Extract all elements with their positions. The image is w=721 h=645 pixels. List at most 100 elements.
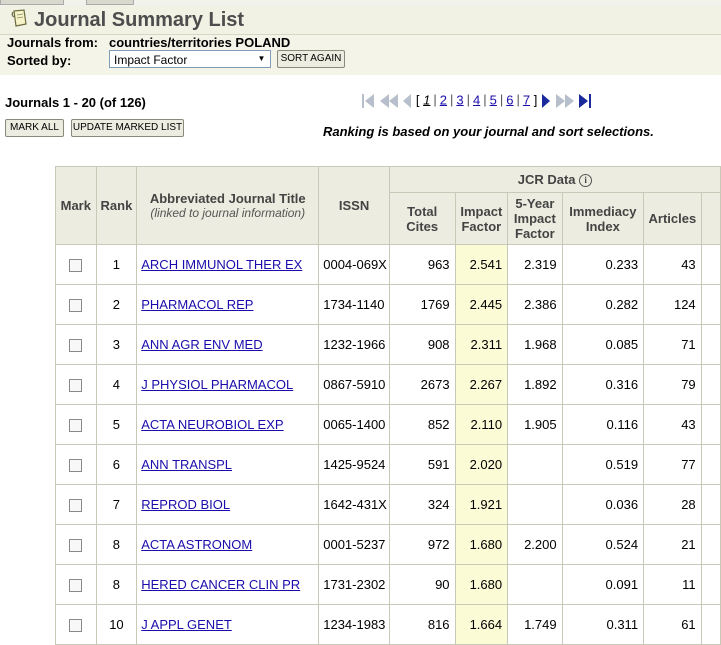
- issn-cell: 0065-1400: [318, 404, 390, 445]
- five-year-if-cell: 2.386: [507, 284, 563, 325]
- journal-title-link[interactable]: ACTA NEUROBIOL EXP: [141, 417, 283, 432]
- journal-title-link[interactable]: ACTA ASTRONOM: [141, 537, 252, 552]
- journal-title-link[interactable]: REPROD BIOL: [141, 497, 230, 512]
- chevron-down-icon[interactable]: ▼: [255, 52, 268, 66]
- five-year-if-cell: 1.892: [507, 364, 563, 405]
- mark-checkbox-cell: [55, 244, 97, 285]
- rank-cell: 7: [95, 484, 138, 525]
- total-cites-cell: 324: [388, 484, 456, 525]
- mark-checkbox[interactable]: [69, 459, 83, 473]
- overflow-cell: [700, 564, 721, 605]
- info-icon[interactable]: i: [579, 174, 593, 188]
- immediacy-index-cell: 0.116: [561, 404, 645, 445]
- sort-select[interactable]: Impact Factor ▼: [109, 50, 271, 68]
- immediacy-index-cell: 0.316: [561, 364, 645, 405]
- mark-checkbox[interactable]: [69, 419, 83, 433]
- immediacy-index-cell: 0.091: [561, 564, 645, 605]
- mark-all-button[interactable]: MARK ALL: [5, 119, 64, 137]
- overflow-cell: [700, 604, 721, 645]
- mark-checkbox[interactable]: [69, 619, 83, 633]
- rank-cell: 4: [95, 364, 138, 405]
- table-row: 3 ANN AGR ENV MED 1232-1966 908 2.311 1.968 0.…: [55, 324, 721, 365]
- journal-title-link[interactable]: ARCH IMMUNOL THER EX: [141, 257, 302, 272]
- immediacy-index-cell: 0.524: [561, 524, 645, 565]
- top-tab[interactable]: [86, 0, 134, 5]
- mark-checkbox-cell: [55, 604, 97, 645]
- journals-from-value: countries/territories POLAND: [109, 35, 291, 50]
- five-year-if-cell: 2.200: [507, 524, 563, 565]
- impact-factor-cell: 2.267: [454, 364, 509, 405]
- col-header-articles[interactable]: Articles: [643, 192, 702, 245]
- mark-checkbox-cell: [55, 444, 97, 485]
- overflow-cell: [700, 524, 721, 565]
- mark-checkbox[interactable]: [69, 579, 83, 593]
- mark-checkbox[interactable]: [69, 339, 83, 353]
- overflow-cell: [700, 444, 721, 485]
- sort-select-value: Impact Factor: [114, 53, 188, 67]
- pager-open-bracket: [: [415, 92, 420, 108]
- impact-factor-cell: 1.921: [454, 484, 509, 525]
- col-header-rank: Rank: [95, 166, 138, 245]
- next-page-icon[interactable]: [541, 92, 551, 110]
- mark-checkbox-cell: [55, 564, 97, 605]
- page-title: Journal Summary List: [34, 9, 245, 31]
- total-cites-cell: 591: [388, 444, 456, 485]
- journals-from-label: Journals from:: [7, 35, 99, 50]
- mark-checkbox[interactable]: [69, 539, 83, 553]
- first-page-icon[interactable]: [361, 92, 375, 110]
- articles-cell: 61: [643, 604, 702, 645]
- ranking-note: Ranking is based on your journal and sor…: [323, 124, 654, 139]
- page-link[interactable]: 6: [506, 92, 513, 107]
- current-page: 1: [423, 92, 431, 108]
- rank-cell: 5: [95, 404, 138, 445]
- rank-cell: 10: [95, 604, 138, 645]
- table-row: 8 ACTA ASTRONOM 0001-5237 972 1.680 2.200 0.52…: [55, 524, 721, 565]
- next-ten-icon[interactable]: [555, 92, 575, 110]
- col-header-total-cites[interactable]: Total Cites: [388, 192, 456, 245]
- mark-checkbox[interactable]: [69, 299, 83, 313]
- total-cites-cell: 908: [388, 324, 456, 365]
- mark-checkbox[interactable]: [69, 379, 83, 393]
- journal-title-cell: ACTA NEUROBIOL EXP: [136, 404, 320, 445]
- page-link[interactable]: 5: [490, 92, 497, 107]
- update-marked-list-button[interactable]: UPDATE MARKED LIST: [71, 119, 184, 137]
- issn-cell: 1234-1983: [318, 604, 390, 645]
- five-year-if-cell: 1.968: [507, 324, 563, 365]
- five-year-if-cell: [507, 564, 563, 605]
- col-header-five-year-if[interactable]: 5-Year Impact Factor: [507, 192, 563, 245]
- mark-checkbox[interactable]: [69, 499, 83, 513]
- mark-checkbox-cell: [55, 324, 97, 365]
- page-link[interactable]: 7: [523, 92, 530, 107]
- page-header: Journal Summary List: [0, 6, 721, 35]
- sort-again-button[interactable]: SORT AGAIN: [277, 50, 345, 68]
- journal-title-cell: REPROD BIOL: [136, 484, 320, 525]
- col-header-impact-factor[interactable]: Impact Factor: [454, 192, 509, 245]
- sorted-by-label: Sorted by:: [7, 53, 72, 68]
- previous-ten-icon[interactable]: [379, 92, 399, 110]
- page-link[interactable]: 2: [440, 92, 447, 107]
- last-page-icon[interactable]: [578, 92, 592, 110]
- page-link[interactable]: 4: [473, 92, 480, 107]
- journal-title-link[interactable]: J APPL GENET: [141, 617, 232, 632]
- jcr-data-header: JCR Data i: [388, 166, 721, 193]
- top-tab[interactable]: [0, 0, 64, 5]
- pager-close-bracket: ]: [533, 92, 538, 108]
- journal-title-cell: ANN TRANSPL: [136, 444, 320, 485]
- journal-title-link[interactable]: ANN AGR ENV MED: [141, 337, 262, 352]
- journal-title-link[interactable]: HERED CANCER CLIN PR: [141, 577, 300, 592]
- mark-checkbox[interactable]: [69, 259, 83, 273]
- journal-title-link[interactable]: J PHYSIOL PHARMACOL: [141, 377, 293, 392]
- articles-cell: 124: [643, 284, 702, 325]
- jcr-data-label: JCR Data: [517, 171, 576, 187]
- col-header-immediacy-index[interactable]: Immediacy Index: [561, 192, 645, 245]
- total-cites-cell: 2673: [388, 364, 456, 405]
- journal-title-link[interactable]: ANN TRANSPL: [141, 457, 232, 472]
- previous-page-icon[interactable]: [402, 92, 412, 110]
- journal-title-link[interactable]: PHARMACOL REP: [141, 297, 253, 312]
- impact-factor-cell: 2.541: [454, 244, 509, 285]
- journal-title-cell: J PHYSIOL PHARMACOL: [136, 364, 320, 405]
- table-row: 2 PHARMACOL REP 1734-1140 1769 2.445 2.386 0.2…: [55, 284, 721, 325]
- page-link[interactable]: 3: [456, 92, 463, 107]
- overflow-cell: [700, 484, 721, 525]
- table-row: 8 HERED CANCER CLIN PR 1731-2302 90 1.680 0.0…: [55, 564, 721, 605]
